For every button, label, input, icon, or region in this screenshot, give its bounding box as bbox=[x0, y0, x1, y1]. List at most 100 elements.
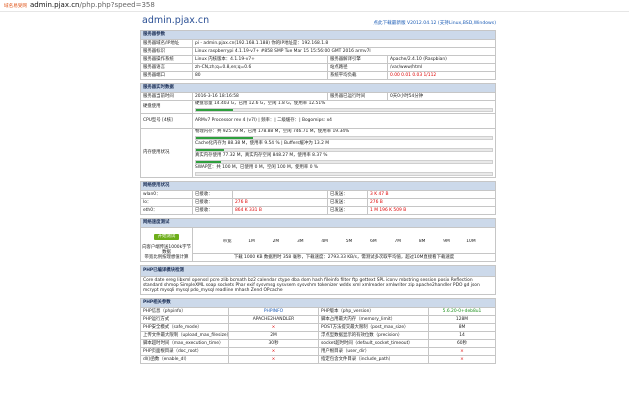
in-value: 864 K 331 B bbox=[232, 206, 328, 215]
disk-usage-cell: 硬盘总量 14.403 G，已用 12.6 G，空闲 1.8 G，使用率 12.… bbox=[192, 100, 496, 114]
speed-result-text: 下载 1000 KB 数据用时 358 毫秒，下载速度：2793.33 KB/s… bbox=[233, 255, 455, 260]
php-version-value: 5.6.20-0+deb8u1 bbox=[428, 307, 496, 316]
speed-test-table: 网络速度测试 开始测试 向客户端传送1000k字节数据 带宽比例按理想值计算 带… bbox=[140, 218, 496, 262]
disk-usage-text: 硬盘总量 14.403 G，已用 12.6 G，空闲 1.8 G，使用率 12.… bbox=[195, 101, 326, 107]
row-label: 服务器端口 bbox=[140, 71, 193, 80]
load-average-value: 0.00 0.01 0.03 1/112 bbox=[387, 71, 496, 80]
php-params-table: PHP相关参数 PHP信息（phpinfo） PHPINFO PHP版本（php_v… bbox=[140, 298, 496, 364]
section-title: 网络使用状况 bbox=[140, 181, 496, 191]
mem-cache-fill bbox=[196, 148, 225, 151]
row-label: CPU型号 [4核] bbox=[140, 113, 193, 129]
mem-real-text: 真实内存使用 77.32 M，真实内存空闲 848.27 M，使用率 8.37 … bbox=[195, 153, 328, 158]
row-label: PHP版本（php_version） bbox=[318, 307, 429, 316]
row-label: 服务器语言 bbox=[140, 63, 193, 72]
status-cross: × bbox=[428, 347, 496, 356]
start-test-button[interactable]: 开始测试 bbox=[153, 234, 180, 240]
row-value: 80 bbox=[192, 71, 328, 80]
download-version-link[interactable]: 点此下载最新版 V2012.04.12 (支持Linux,BSD,Windows… bbox=[373, 20, 496, 26]
section-title: 服务器参数 bbox=[140, 30, 496, 40]
iface-name: eth0： bbox=[140, 206, 193, 215]
page-header: admin.pjax.cn 点此下载最新版 V2012.04.12 (支持Lin… bbox=[140, 14, 496, 30]
memory-cell: 物理内存：共 925.79 M，已用 178.88 M，空闲 746.71 M，… bbox=[192, 128, 496, 178]
disk-usage-bar bbox=[195, 107, 493, 112]
section-title: 服务器实时数据 bbox=[140, 83, 496, 93]
speed-scale-tick: 6M bbox=[370, 238, 377, 244]
mem-real-fill bbox=[196, 160, 221, 163]
mem-physical-fill bbox=[196, 136, 254, 139]
row-label: 浮点型数据显示的有效位数（precision） bbox=[318, 331, 429, 340]
row-value: pi - admin.pjax.cn(192.168.1.188) 你的IP地址… bbox=[192, 39, 496, 48]
row-label: POST方法提交最大限制（post_max_size） bbox=[318, 323, 429, 332]
network-table: 网络使用状况 wlan0： 已接收： 已发送： 3 K 47 B lo： 已接收： 276… bbox=[140, 181, 496, 215]
realtime-table: 服务器实时数据 服务器当前时间 2016-3-16 18:16:58 服务器已运行时… bbox=[140, 83, 496, 178]
row-value: Apache/2.4.10 (Raspbian) bbox=[387, 55, 496, 64]
browser-address-bar[interactable]: 域名易受网 admin.pjax.cn/php.php?speed=358 bbox=[0, 0, 629, 12]
row-label: 用户根目录（user_dir） bbox=[318, 347, 429, 356]
status-cross: × bbox=[228, 323, 319, 332]
security-label: 域名易受网 bbox=[4, 4, 27, 9]
row-label: 指定包含文件目录（include_path） bbox=[318, 355, 429, 364]
speed-scale-tick: 2M bbox=[272, 238, 280, 244]
server-time: 2016-3-16 18:16:58 bbox=[192, 92, 328, 101]
iface-name: wlan0： bbox=[140, 190, 193, 199]
row-label: PHP页面根目录（doc_root） bbox=[140, 347, 229, 356]
url-host: admin.pjax.cn bbox=[30, 1, 80, 9]
row-label: 内存使用状况 bbox=[140, 128, 193, 178]
cpu-model: ARMv7 Processor rev 4 (v7l) | 频率：| 二级缓存：… bbox=[192, 113, 496, 129]
row-label: 服务器标识 bbox=[140, 47, 193, 56]
out-label: 已发送： bbox=[327, 190, 368, 199]
row-value: APACHE2HANDLER bbox=[228, 315, 319, 324]
row-label: 站点路径 bbox=[327, 63, 388, 72]
phpinfo-link[interactable]: PHPINFO bbox=[228, 307, 319, 316]
row-value: Linux raspberrypi 4.1.19-v7+ #858 SMP Tu… bbox=[192, 47, 496, 56]
mem-cache-bar bbox=[195, 147, 493, 152]
speed-result: 下载 1000 KB 数据用时 358 毫秒，下载速度：2793.33 KB/s… bbox=[192, 253, 496, 262]
url-text[interactable]: admin.pjax.cn/php.php?speed=358 bbox=[30, 1, 155, 9]
row-value: 128M bbox=[428, 315, 496, 324]
row-label: socket超时时间（default_socket_timeout） bbox=[318, 339, 429, 348]
speed-scale: 带宽 1M 2M 3M 4M 5M 6M 7M 8M 9M 10M bbox=[215, 239, 483, 245]
out-label: 已发送： bbox=[327, 206, 368, 215]
status-cross: × bbox=[228, 355, 319, 364]
uptime-value: 0天0小时54分钟 bbox=[387, 92, 496, 101]
row-label: 上传文件最大限制（upload_max_filesize） bbox=[140, 331, 229, 340]
row-label: 服务器当前时间 bbox=[140, 92, 193, 101]
row-label: 脚本占用最大内存（memory_limit） bbox=[318, 315, 429, 324]
iface-name: lo： bbox=[140, 198, 193, 207]
row-label: 服务器操作系统 bbox=[140, 55, 193, 64]
in-value: 276 B bbox=[232, 198, 328, 207]
status-cross: × bbox=[428, 355, 496, 364]
out-value: 276 B bbox=[367, 198, 496, 207]
speed-scale-tick: 7M bbox=[394, 238, 402, 244]
row-value: 60秒 bbox=[428, 339, 496, 348]
row-value: 2M bbox=[228, 331, 319, 340]
in-value bbox=[232, 190, 328, 199]
site-title: admin.pjax.cn bbox=[142, 15, 210, 26]
row-value: zh-CN,zh;q=0.8,en;q=0.6 bbox=[192, 63, 328, 72]
mem-physical-text: 物理内存：共 925.79 M，已用 178.88 M，空闲 746.71 M，… bbox=[195, 129, 350, 135]
section-title: 网络速度测试 bbox=[140, 218, 496, 228]
row-label: PHP信息（phpinfo） bbox=[140, 307, 229, 316]
swap-text: SWAP区：共 100 M，已使用 0 M，空闲 100 M，使用率 0 % bbox=[195, 165, 319, 170]
section-title: PHP已编译模块检测 bbox=[140, 265, 496, 277]
url-path: /php.php?speed=358 bbox=[79, 1, 155, 9]
speed-scale-tick: 带宽 bbox=[222, 238, 232, 244]
row-value: 30秒 bbox=[228, 339, 319, 348]
row-label: 服务器已运行时间 bbox=[327, 92, 388, 101]
row-label: PHP运行方式 bbox=[140, 315, 229, 324]
row-label: dl()函数（enable_dl） bbox=[140, 355, 229, 364]
status-cross: × bbox=[228, 347, 319, 356]
in-label: 已接收： bbox=[192, 190, 233, 199]
mem-physical-bar bbox=[195, 135, 493, 140]
row-label: 服务器域名/IP地址 bbox=[140, 39, 193, 48]
speed-test-desc: 向客户端传送1000k字节数据 带宽比例按理想值计算 bbox=[142, 245, 191, 260]
mem-real-bar bbox=[195, 159, 493, 164]
speed-scale-tick: 1M bbox=[248, 238, 255, 244]
in-label: 已接收： bbox=[192, 206, 233, 215]
mem-cache-text: Cache化内存为 88.38 M，使用率 9.54 % | Buffers缓冲… bbox=[195, 141, 330, 146]
row-value: Linux 内核版本：4.1.19-v7+ bbox=[192, 55, 328, 64]
row-label: 服务器解译引擎 bbox=[327, 55, 388, 64]
speed-scale-tick: 9M bbox=[443, 238, 450, 244]
row-value: /var/www/html bbox=[387, 63, 496, 72]
server-params-table: 服务器参数 服务器域名/IP地址 pi - admin.pjax.cn(192.1… bbox=[140, 30, 496, 80]
